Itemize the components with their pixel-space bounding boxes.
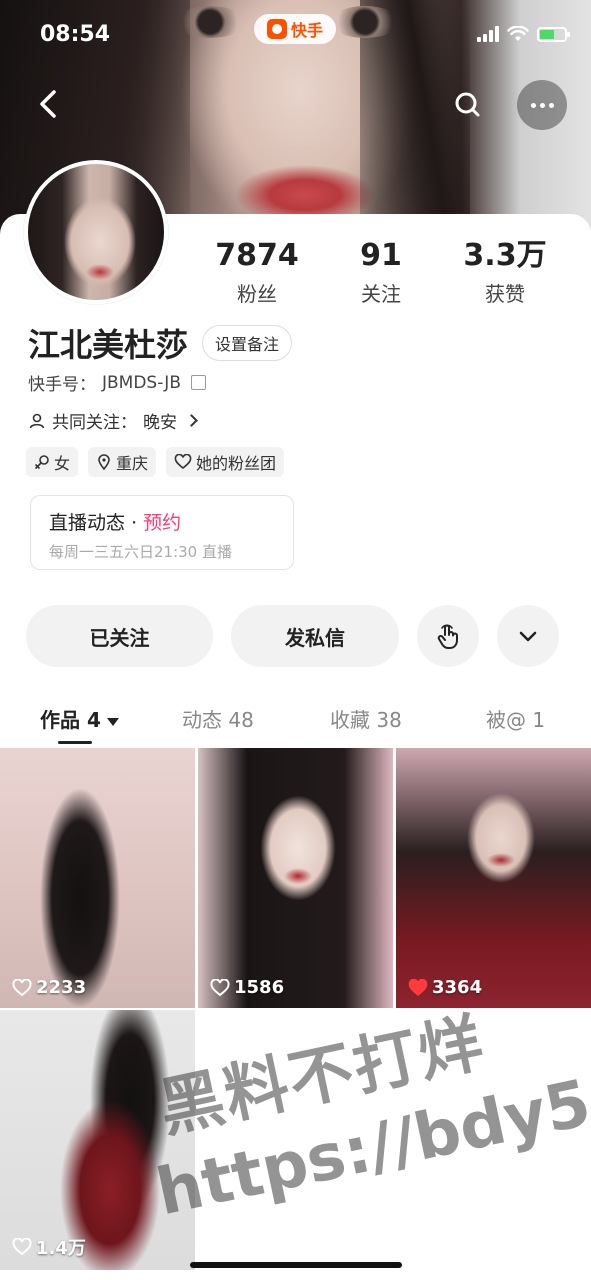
search-button[interactable] xyxy=(448,84,488,124)
live-title-row: 直播动态 · 预约 xyxy=(49,508,275,535)
heart-outline-icon xyxy=(12,1238,32,1256)
kuaishou-id-row: 快手号： JBMDS-JB xyxy=(28,370,208,395)
back-button[interactable] xyxy=(28,84,68,124)
live-schedule-card[interactable]: 直播动态 · 预约 每周一三五六日21:30 直播 xyxy=(30,495,294,570)
avatar[interactable] xyxy=(24,160,168,304)
stat-likes[interactable]: 3.3万 获赞 xyxy=(443,236,567,307)
tag-location-label: 重庆 xyxy=(116,454,149,473)
kuaishou-id-label: 快手号： xyxy=(28,375,96,395)
video-thumbnail[interactable]: 1.4万 xyxy=(0,1010,195,1270)
app-name: 快手 xyxy=(290,21,323,40)
stat-following-value: 91 xyxy=(360,238,402,273)
live-title: 直播动态 xyxy=(49,512,126,534)
stat-likes-label: 获赞 xyxy=(485,282,525,306)
tag-gender-label: 女 xyxy=(54,454,71,473)
tab-works-label: 作品 4 xyxy=(40,708,101,732)
video-thumbnail[interactable]: 2233 xyxy=(0,748,195,1008)
live-reserve-link[interactable]: 预约 xyxy=(143,512,181,534)
video-likes: 1586 xyxy=(210,977,284,998)
stat-following-label: 关注 xyxy=(361,282,401,306)
location-pin-icon xyxy=(98,454,110,470)
tag-fan-club[interactable]: 她的粉丝团 xyxy=(166,447,285,477)
expand-button[interactable] xyxy=(497,605,559,667)
system-icons xyxy=(477,26,570,42)
video-likes: 2233 xyxy=(12,977,86,998)
kuaishou-id-value: JBMDS-JB xyxy=(102,372,181,393)
video-likes: 1.4万 xyxy=(12,1234,86,1260)
copy-icon[interactable] xyxy=(190,371,208,390)
video-thumbnail[interactable]: 3364 xyxy=(396,748,591,1008)
heart-outline-icon xyxy=(210,978,230,996)
name-row: 江北美杜莎 设置备注 xyxy=(28,320,293,366)
followed-button[interactable]: 已关注 xyxy=(26,605,213,667)
stat-likes-value: 3.3万 xyxy=(463,238,547,273)
dot xyxy=(539,102,545,108)
heart-filled-icon xyxy=(408,978,428,996)
chevron-left-icon xyxy=(40,90,56,118)
video-thumbnail[interactable]: 1586 xyxy=(198,748,393,1008)
video-likes-count: 3364 xyxy=(432,977,483,998)
live-schedule: 每周一三五六日21:30 直播 xyxy=(49,543,232,561)
tag-location: 重庆 xyxy=(88,447,157,477)
chevron-right-icon xyxy=(185,414,198,427)
chevron-down-icon xyxy=(519,631,537,642)
dot xyxy=(530,102,536,108)
caret-down-icon xyxy=(106,717,119,726)
tab-mentions[interactable]: 被@ 1 xyxy=(486,704,545,733)
home-indicator[interactable] xyxy=(190,1262,402,1268)
poke-button[interactable] xyxy=(417,605,479,667)
tab-works[interactable]: 作品 4 xyxy=(40,704,119,733)
status-bar: 08:54 快手 xyxy=(0,0,591,70)
live-separator: · xyxy=(131,512,138,534)
message-button[interactable]: 发私信 xyxy=(231,605,399,667)
kuaishou-logo-icon xyxy=(266,19,287,39)
wifi-icon xyxy=(507,26,529,41)
stat-fans[interactable]: 7874 粉丝 xyxy=(195,236,319,307)
set-remark-button[interactable]: 设置备注 xyxy=(202,325,293,361)
profile-name: 江北美杜莎 xyxy=(28,326,189,364)
tag-gender: 女 xyxy=(26,447,79,477)
video-likes-count: 1586 xyxy=(234,977,285,998)
tab-moments[interactable]: 动态 48 xyxy=(182,704,254,733)
stat-fans-label: 粉丝 xyxy=(237,282,277,306)
profile-stats: 7874 粉丝 91 关注 3.3万 获赞 xyxy=(195,236,585,307)
heart-outline-icon xyxy=(12,978,32,996)
mutual-follow-row[interactable]: 共同关注： 晚安 xyxy=(28,408,198,433)
stat-following[interactable]: 91 关注 xyxy=(319,236,443,307)
hand-tap-icon xyxy=(437,624,458,649)
mutual-follow-value: 晚安 xyxy=(143,413,177,433)
tag-fan-club-label: 她的粉丝团 xyxy=(196,454,277,473)
action-buttons: 已关注 发私信 xyxy=(26,605,559,667)
dot xyxy=(548,102,554,108)
video-likes: 3364 xyxy=(408,977,482,998)
mutual-follow-label: 共同关注： xyxy=(52,413,137,433)
video-likes-count: 2233 xyxy=(36,977,87,998)
tab-favorites[interactable]: 收藏 38 xyxy=(330,704,402,733)
app-indicator-pill[interactable]: 快手 xyxy=(254,14,336,44)
profile-tags: 女 重庆 她的粉丝团 xyxy=(26,447,285,477)
cellular-signal-icon xyxy=(477,26,499,42)
status-time: 08:54 xyxy=(40,22,111,47)
battery-icon xyxy=(537,26,570,42)
female-icon xyxy=(35,455,49,469)
video-likes-count: 1.4万 xyxy=(36,1238,86,1259)
active-tab-indicator xyxy=(58,741,92,744)
more-options-button[interactable] xyxy=(517,80,567,130)
stat-fans-value: 7874 xyxy=(215,238,299,273)
search-icon xyxy=(455,92,480,117)
heart-outline-icon xyxy=(174,454,192,470)
person-icon xyxy=(29,413,45,428)
